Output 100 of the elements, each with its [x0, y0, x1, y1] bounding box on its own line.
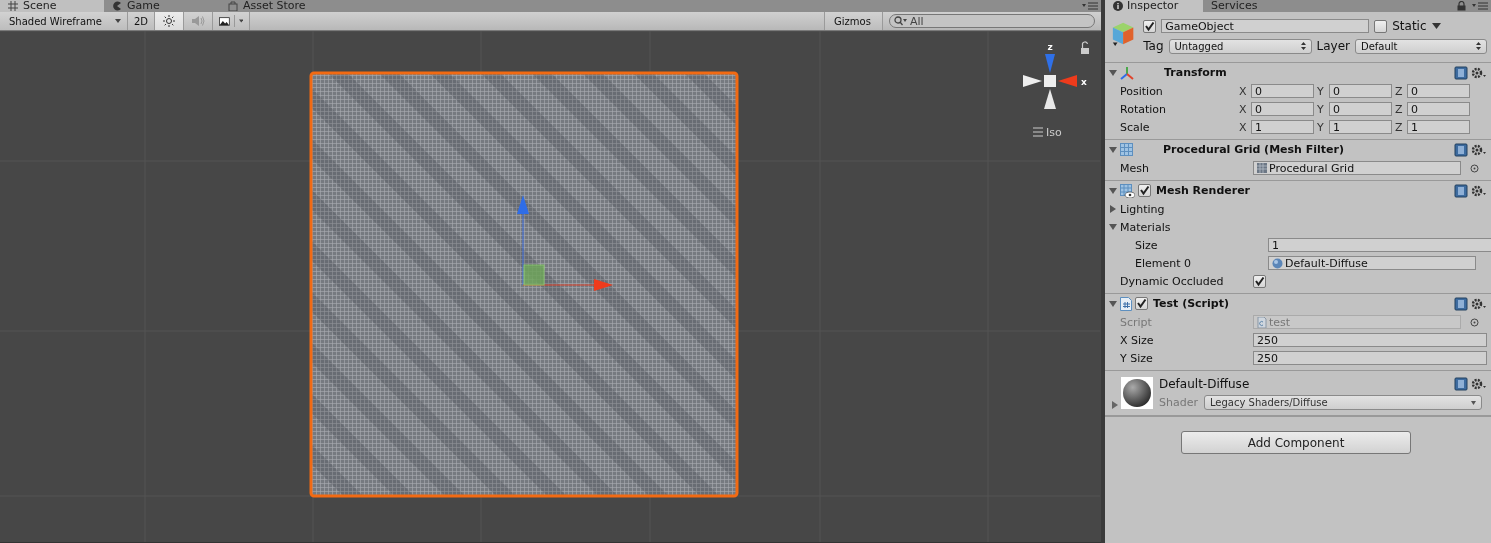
component-title: Test (Script) [1153, 297, 1229, 310]
expanded-arrow-icon[interactable] [1109, 299, 1117, 308]
input-field[interactable]: 0 [1251, 84, 1314, 98]
field-label: X Size [1120, 333, 1155, 347]
input-field[interactable]: 1 [1251, 120, 1314, 134]
expanded-arrow-icon[interactable] [1109, 68, 1117, 77]
settings-icon[interactable] [1471, 183, 1487, 198]
component-title: Transform [1164, 66, 1227, 79]
help-book-icon[interactable] [1454, 376, 1468, 391]
sun-icon [163, 15, 176, 27]
field-label: Size [1135, 238, 1159, 252]
static-label: Static [1392, 19, 1427, 33]
script-file-icon [1120, 296, 1132, 311]
field-label: Y Size [1120, 351, 1154, 365]
axes-icon [1120, 65, 1134, 80]
axis-label: X [1239, 120, 1248, 134]
gizmos-dropdown[interactable]: Gizmos [824, 12, 883, 30]
field-label: Dynamic Occluded [1120, 274, 1225, 288]
tab[interactable]: Asset Store [212, 0, 328, 12]
sphere-icon [1272, 257, 1283, 269]
menu-icon[interactable] [1082, 2, 1098, 10]
axis-label: Z [1395, 84, 1404, 98]
shading-mode-dropdown[interactable]: Shaded Wireframe [0, 12, 128, 30]
grid-icon [1257, 163, 1267, 173]
foldout-label[interactable]: Materials [1120, 220, 1171, 234]
axis-label: Y [1317, 120, 1325, 134]
material-name: Default-Diffuse [1159, 376, 1250, 391]
object-field[interactable]: Procedural Grid [1253, 161, 1461, 175]
input-field[interactable]: 0 [1329, 102, 1392, 116]
hash-icon [8, 1, 18, 11]
effects-dropdown[interactable] [213, 12, 251, 30]
axis-label: Z [1395, 102, 1404, 116]
checkbox[interactable] [1374, 19, 1388, 33]
help-book-icon[interactable] [1454, 296, 1468, 311]
field-label: Script [1120, 315, 1153, 329]
component-title: Mesh Renderer [1156, 184, 1251, 197]
tag-label: Tag [1143, 39, 1164, 53]
help-book-icon[interactable] [1454, 142, 1468, 157]
expanded-arrow-icon[interactable] [1109, 186, 1117, 195]
stepper-icon [1476, 42, 1481, 50]
search-field[interactable]: All [889, 14, 1095, 28]
caret-icon [115, 19, 121, 23]
grid-eye-icon [1120, 183, 1135, 198]
input-field[interactable]: 0 [1407, 102, 1470, 116]
layer-dropdown[interactable]: Default [1355, 38, 1487, 54]
tab[interactable]: Scene [0, 0, 104, 12]
checkbox[interactable] [1253, 274, 1266, 288]
cube-icon [1111, 20, 1136, 48]
settings-icon[interactable] [1471, 142, 1487, 157]
shader-label: Shader [1159, 396, 1198, 409]
expanded-arrow-icon[interactable] [1109, 223, 1117, 231]
input-field[interactable]: 1 [1407, 120, 1470, 134]
checkbox[interactable] [1143, 19, 1157, 33]
help-book-icon[interactable] [1454, 183, 1468, 198]
settings-icon[interactable] [1471, 296, 1487, 311]
name-field[interactable]: GameObject [1161, 19, 1370, 33]
lighting-toggle[interactable] [155, 12, 185, 30]
help-book-icon[interactable] [1454, 65, 1468, 80]
caret-icon [238, 19, 244, 23]
lock-icon[interactable] [1457, 1, 1466, 11]
tab[interactable]: Game [104, 0, 212, 12]
foldout-label[interactable]: Lighting [1120, 202, 1165, 216]
axis-label: Y [1317, 84, 1325, 98]
checkbox[interactable] [1138, 184, 1151, 197]
audio-toggle[interactable] [184, 12, 214, 30]
collapsed-arrow-icon[interactable] [1111, 401, 1119, 409]
2d-toggle[interactable]: 2D [128, 12, 156, 30]
input-field[interactable]: 1 [1329, 120, 1392, 134]
checkbox[interactable] [1135, 297, 1148, 310]
object-field[interactable]: Default-Diffuse [1268, 256, 1476, 270]
input-field[interactable]: 0 [1329, 84, 1392, 98]
scene-view[interactable]: z x Iso [0, 31, 1101, 543]
settings-icon[interactable] [1471, 65, 1487, 80]
orientation-gizmo-drawing[interactable] [1023, 54, 1077, 109]
input-field[interactable]: 250 [1253, 351, 1487, 365]
shader-dropdown[interactable]: Legacy Shaders/Diffuse [1203, 395, 1482, 410]
object-picker-icon[interactable] [1470, 317, 1479, 327]
field-label: Rotation [1119, 102, 1167, 116]
tag-dropdown[interactable]: Untagged [1168, 38, 1312, 54]
tab[interactable]: Services [1203, 0, 1301, 12]
collapsed-arrow-icon[interactable] [1109, 205, 1117, 213]
tab[interactable]: Inspector [1105, 0, 1203, 12]
caret-icon[interactable] [1431, 23, 1441, 29]
pacman-icon [112, 1, 122, 11]
projection-label[interactable]: Iso [1046, 126, 1062, 139]
object-picker-icon[interactable] [1470, 163, 1479, 173]
axis-label: Z [1395, 120, 1404, 134]
add-component-button[interactable]: Add Component [1181, 431, 1411, 454]
unlock-icon[interactable] [1081, 41, 1089, 54]
input-field[interactable]: 0 [1407, 84, 1470, 98]
input-field[interactable]: 0 [1251, 102, 1314, 116]
menu-icon[interactable] [1472, 2, 1488, 10]
field-label: Mesh [1120, 161, 1150, 175]
settings-icon[interactable] [1471, 376, 1487, 391]
speaker-icon [191, 15, 206, 27]
expanded-arrow-icon[interactable] [1109, 145, 1117, 154]
layer-label: Layer [1316, 39, 1350, 53]
input-field[interactable]: 1 [1268, 238, 1491, 252]
menu-icon[interactable] [1032, 127, 1044, 137]
input-field[interactable]: 250 [1253, 333, 1487, 347]
